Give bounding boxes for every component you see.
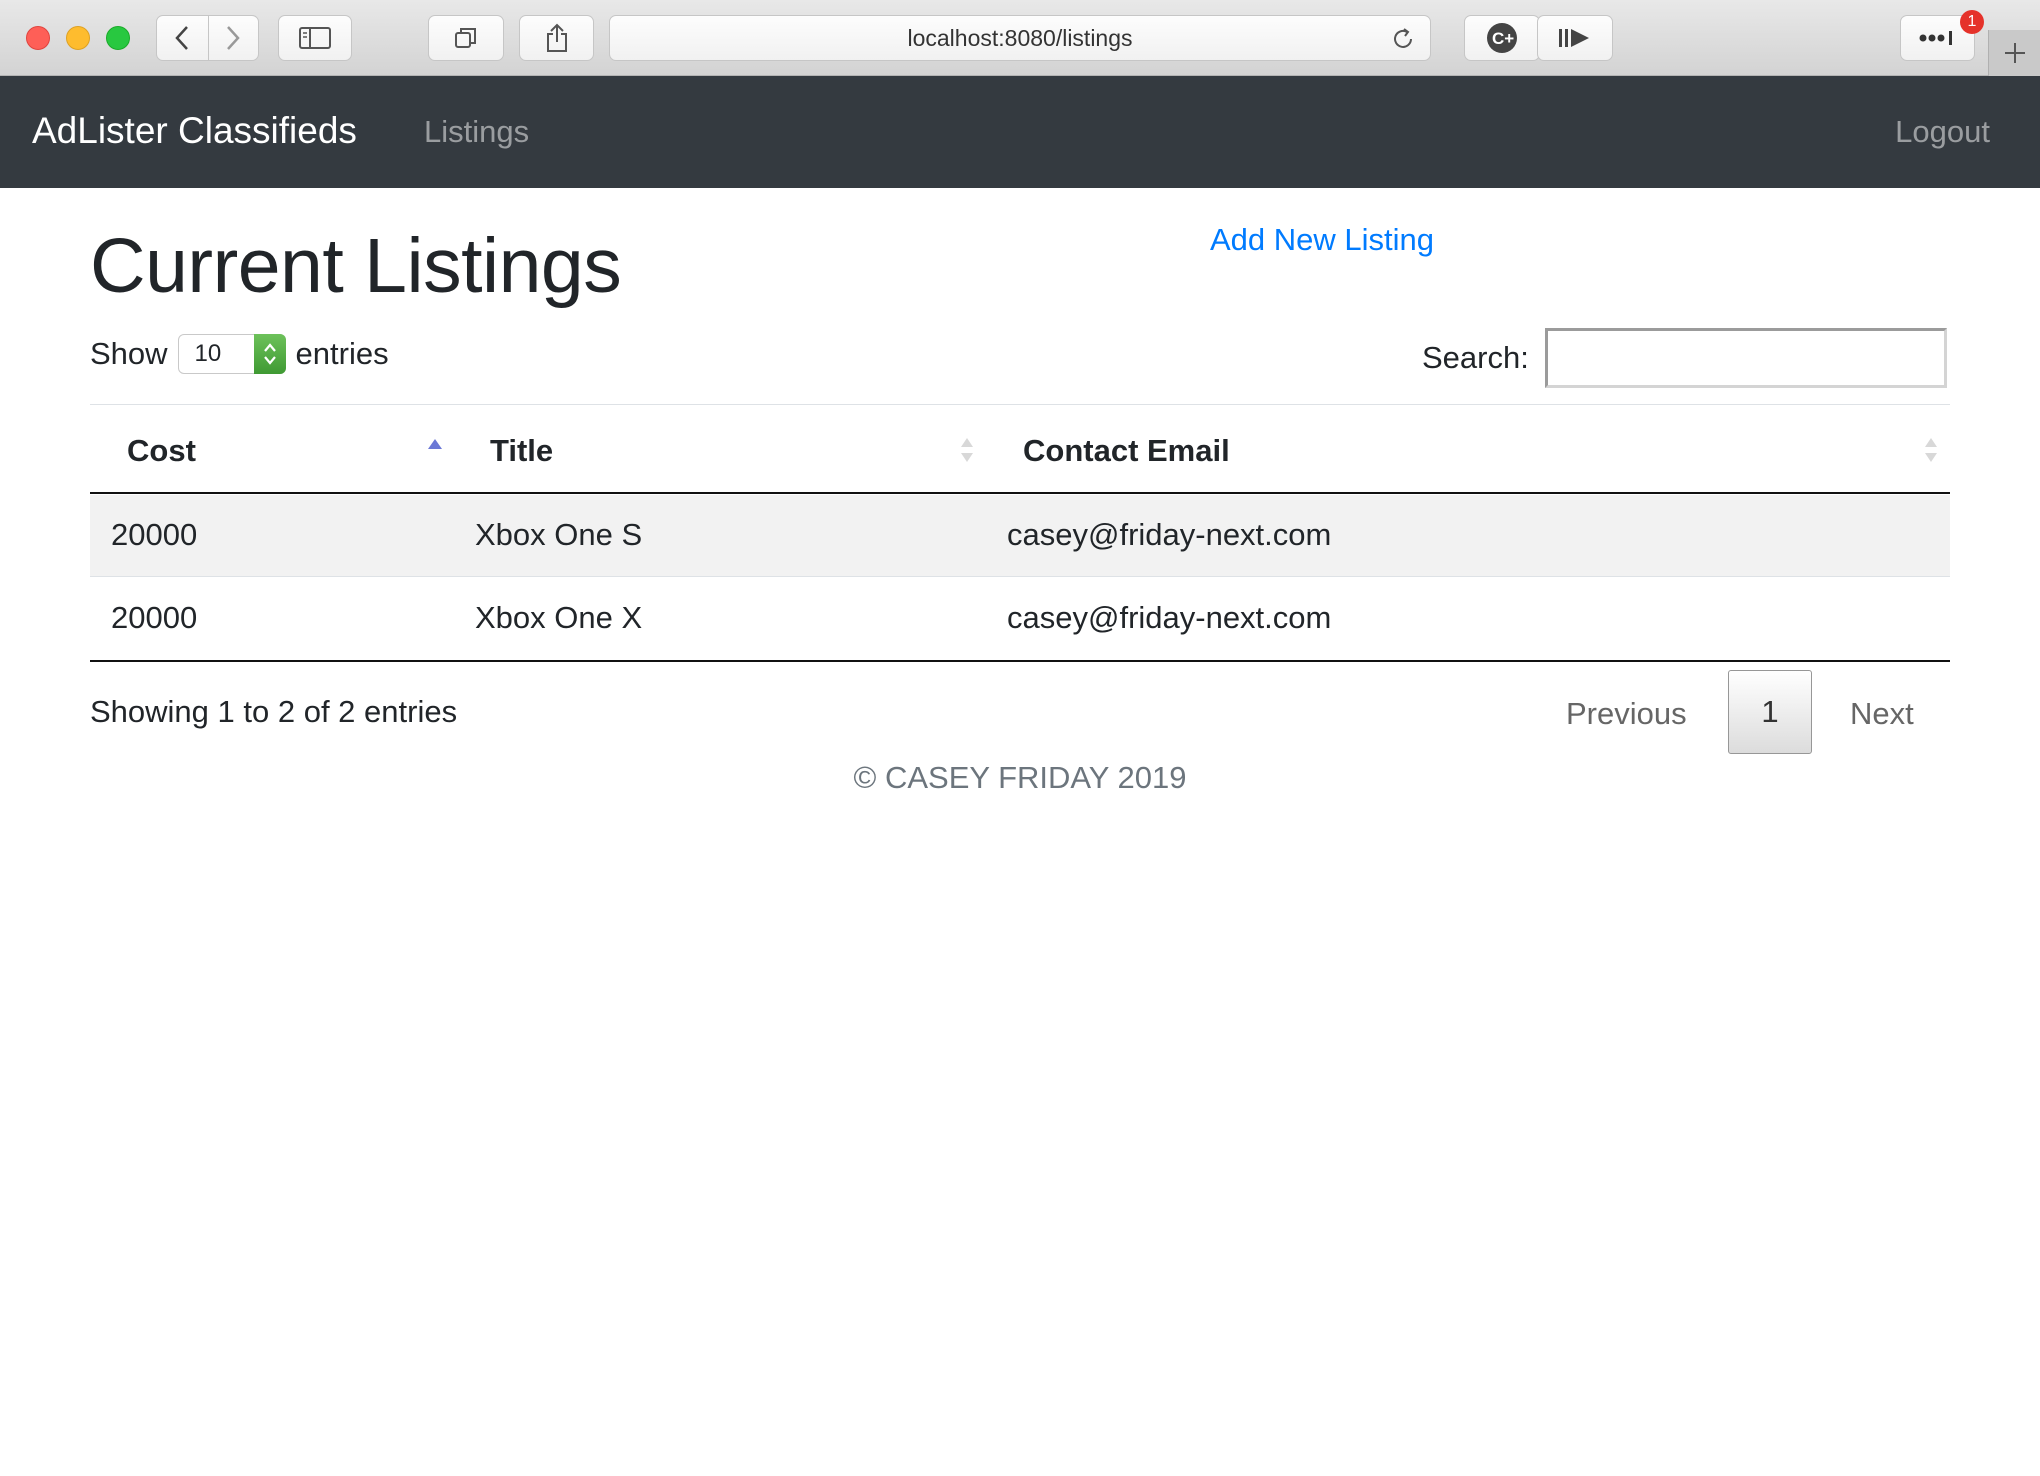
cell-title: Xbox One S: [475, 517, 643, 552]
back-button[interactable]: [157, 16, 208, 60]
page-button-1[interactable]: 1: [1728, 670, 1812, 754]
extension-button-cplus[interactable]: C+: [1464, 15, 1540, 61]
table-search: Search:: [1422, 328, 1947, 388]
sidebar-icon: [299, 27, 331, 49]
share-button[interactable]: [519, 15, 594, 61]
search-label: Search:: [1422, 340, 1529, 375]
cell-cost: 20000: [111, 600, 198, 635]
extension-button-player[interactable]: [1537, 15, 1613, 61]
entries-label: entries: [295, 336, 389, 371]
address-bar[interactable]: localhost:8080/listings: [609, 15, 1431, 61]
more-dots-icon: [1919, 31, 1952, 45]
new-tab-button[interactable]: [1988, 30, 2040, 76]
show-label: Show: [90, 336, 168, 371]
page-length-control: Show 10 entries: [90, 334, 389, 374]
close-window-button[interactable]: [26, 26, 50, 50]
cell-contact-email: casey@friday-next.com: [1007, 600, 1332, 635]
search-input[interactable]: [1544, 328, 1947, 388]
pagination: Previous 1 Next: [1540, 670, 1950, 754]
history-nav-group: [156, 15, 259, 61]
nav-link-logout[interactable]: Logout: [1895, 114, 1990, 150]
chevron-right-icon: [227, 26, 240, 50]
play-extension-icon: [1559, 29, 1589, 47]
chevron-left-icon: [175, 26, 189, 50]
select-stepper-icon: [253, 334, 286, 374]
table-header-row: Cost Title Contact Email: [90, 404, 1950, 494]
cell-cost: 20000: [111, 517, 198, 552]
previous-page-button[interactable]: Previous: [1566, 696, 1687, 732]
sidebar-toggle-button[interactable]: [278, 15, 352, 61]
site-navbar: AdLister Classifieds Listings Logout: [0, 76, 2040, 188]
page-title: Current Listings: [90, 223, 622, 309]
cell-contact-email: casey@friday-next.com: [1007, 517, 1332, 552]
sort-ascending-icon[interactable]: [426, 437, 444, 451]
url-text: localhost:8080/listings: [907, 24, 1133, 51]
next-page-button[interactable]: Next: [1850, 696, 1914, 732]
page-length-value: 10: [194, 340, 222, 367]
cell-title: Xbox One X: [475, 600, 643, 635]
svg-text:C+: C+: [1492, 29, 1514, 48]
table-row: 20000 Xbox One X casey@friday-next.com: [90, 578, 1950, 662]
reload-icon[interactable]: [1390, 26, 1416, 52]
add-new-listing-link[interactable]: Add New Listing: [1210, 222, 1434, 258]
cplus-extension-icon: C+: [1487, 23, 1517, 53]
column-header-title[interactable]: Title: [490, 433, 553, 469]
column-header-cost[interactable]: Cost: [127, 433, 196, 469]
table-row: 20000 Xbox One S casey@friday-next.com: [90, 495, 1950, 577]
browser-toolbar: localhost:8080/listings C+ 1: [0, 0, 2040, 76]
notification-badge: 1: [1960, 10, 1984, 34]
sort-both-icon[interactable]: [1922, 435, 1940, 465]
sort-both-icon[interactable]: [958, 435, 976, 465]
brand-link[interactable]: AdLister Classifieds: [32, 110, 357, 152]
tab-overview-button[interactable]: [428, 15, 504, 61]
share-icon: [546, 23, 567, 52]
table-info: Showing 1 to 2 of 2 entries: [90, 694, 458, 729]
column-header-contact-email[interactable]: Contact Email: [1023, 433, 1230, 469]
nav-link-listings[interactable]: Listings: [424, 114, 529, 150]
page-length-select[interactable]: 10: [177, 334, 286, 374]
forward-button[interactable]: [207, 16, 259, 60]
minimize-window-button[interactable]: [66, 26, 90, 50]
zoom-window-button[interactable]: [106, 26, 130, 50]
tabs-icon: [455, 28, 476, 48]
plus-icon: [2004, 43, 2025, 63]
footer-copyright: © CASEY FRIDAY 2019: [853, 760, 1187, 795]
